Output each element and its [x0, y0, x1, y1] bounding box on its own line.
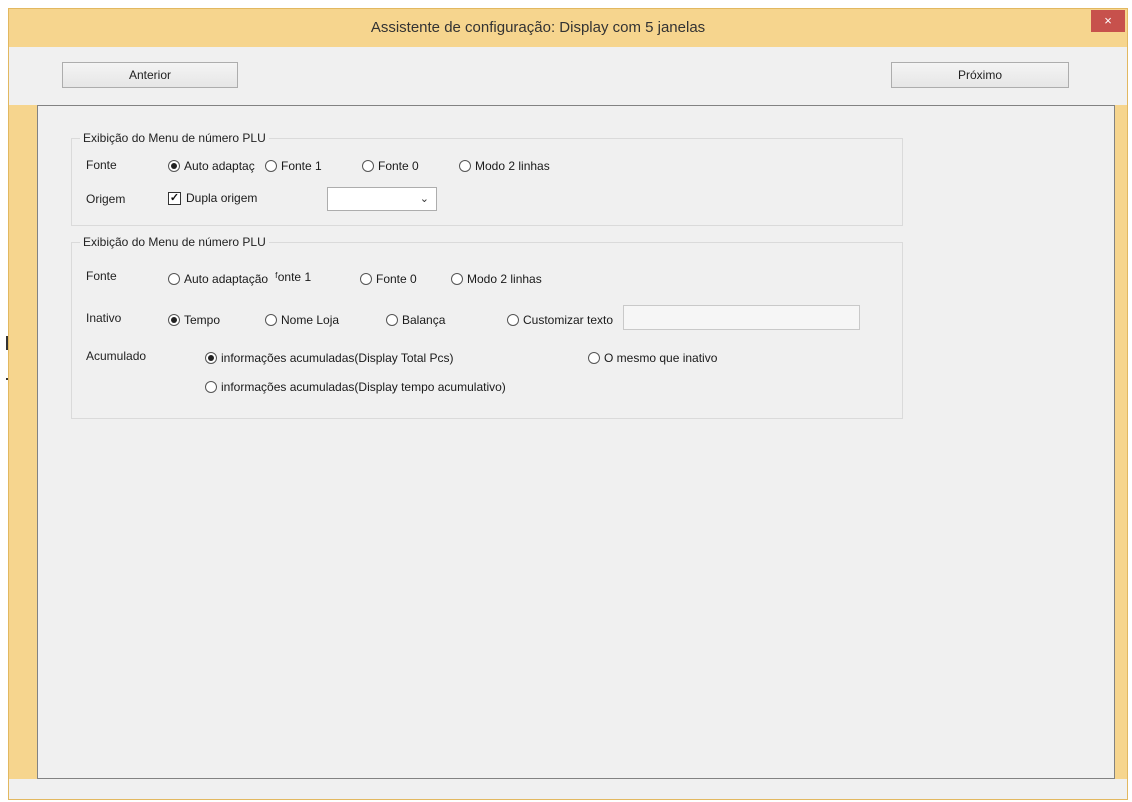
- dupla-origem-checkbox[interactable]: ✓ Dupla origem: [168, 191, 257, 205]
- window-title: Assistente de configuração: Display com …: [370, 19, 706, 36]
- radio-label: informações acumuladas(Display tempo acu…: [221, 380, 506, 394]
- radio-modo-2-linhas[interactable]: Modo 2 linhas: [451, 272, 542, 286]
- title-bar: Assistente de configuração: Display com …: [9, 9, 1127, 47]
- radio-label: ᶠonte 1: [275, 270, 312, 284]
- radio-customizar-texto[interactable]: Customizar texto: [507, 313, 623, 327]
- radio-auto-adaptacao[interactable]: Auto adaptação: [168, 272, 268, 286]
- group-title: Exibição do Menu de número PLU: [80, 131, 269, 145]
- radio-fonte-0[interactable]: Fonte 0: [362, 159, 419, 173]
- acumulado-label: Acumulado: [86, 349, 147, 363]
- radio-circle: [168, 314, 180, 326]
- checkbox-box: ✓: [168, 191, 181, 205]
- origem-label: Origem: [86, 192, 126, 206]
- radio-circle: [265, 160, 277, 172]
- radio-tempo[interactable]: Tempo: [168, 313, 220, 327]
- radio-label: Balança: [402, 313, 446, 327]
- chevron-down-icon: ⌄: [419, 193, 429, 205]
- plu-menu-display-group-2: Exibição do Menu de número PLU Fonte Aut…: [71, 235, 903, 419]
- radio-nome-loja[interactable]: Nome Loja: [265, 313, 339, 327]
- navigation-bar: Anterior Próximo: [9, 47, 1127, 105]
- radio-circle: [451, 273, 463, 285]
- radio-circle: [588, 352, 600, 364]
- radio-tempo-acumulativo[interactable]: informações acumuladas(Display tempo acu…: [205, 380, 506, 394]
- radio-total-pcs[interactable]: informações acumuladas(Display Total Pcs…: [205, 351, 454, 365]
- close-button[interactable]: ×: [1091, 10, 1125, 32]
- radio-circle: [168, 160, 180, 172]
- radio-fonte-1[interactable]: Fonte 1: [265, 159, 322, 173]
- radio-label: Fonte 0: [378, 159, 419, 173]
- next-button[interactable]: Próximo: [891, 62, 1069, 88]
- radio-circle: [507, 314, 519, 326]
- fonte-label: Fonte: [86, 269, 117, 283]
- radio-label: Fonte 0: [376, 272, 417, 286]
- wizard-window: Assistente de configuração: Display com …: [8, 8, 1128, 800]
- radio-label: Tempo: [184, 313, 221, 327]
- radio-circle: [360, 273, 372, 285]
- radio-circle: [459, 160, 471, 172]
- previous-button[interactable]: Anterior: [62, 62, 238, 88]
- radio-circle: [168, 273, 180, 285]
- radio-label: Auto adaptaç: [184, 159, 255, 173]
- radio-label: informações acumuladas(Display Total Pcs…: [221, 351, 454, 365]
- radio-label: Nome Loja: [281, 313, 340, 327]
- radio-mesmo-que-inativo[interactable]: O mesmo que inativo: [588, 351, 717, 365]
- radio-label: O mesmo que inativo: [604, 351, 718, 365]
- custom-text-input[interactable]: [623, 305, 860, 330]
- footer-strip: [9, 779, 1127, 799]
- radio-modo-2-linhas[interactable]: Modo 2 linhas: [459, 159, 550, 173]
- radio-label: Auto adaptação: [184, 272, 269, 286]
- checkbox-label: Dupla origem: [186, 191, 258, 205]
- radio-circle: [386, 314, 398, 326]
- radio-fonte-0[interactable]: Fonte 0: [360, 272, 417, 286]
- radio-circle: [205, 381, 217, 393]
- content-panel: Exibição do Menu de número PLU Fonte Aut…: [37, 105, 1115, 779]
- radio-label: Modo 2 linhas: [467, 272, 542, 286]
- radio-circle: [265, 314, 277, 326]
- radio-label: Fonte 1: [281, 159, 322, 173]
- radio-auto-adaptacao[interactable]: Auto adaptaç: [168, 159, 255, 173]
- radio-label: Customizar texto: [523, 313, 614, 327]
- radio-fonte-1[interactable]: ᶠonte 1: [275, 270, 311, 284]
- radio-circle: [205, 352, 217, 364]
- radio-label: Modo 2 linhas: [475, 159, 550, 173]
- radio-balanca[interactable]: Balança: [386, 313, 445, 327]
- group-title: Exibição do Menu de número PLU: [80, 235, 269, 249]
- plu-menu-display-group-1: Exibição do Menu de número PLU Fonte Aut…: [71, 131, 903, 226]
- inativo-label: Inativo: [86, 311, 122, 325]
- radio-circle: [362, 160, 374, 172]
- origem-dropdown[interactable]: ⌄: [327, 187, 437, 211]
- fonte-label: Fonte: [86, 158, 117, 172]
